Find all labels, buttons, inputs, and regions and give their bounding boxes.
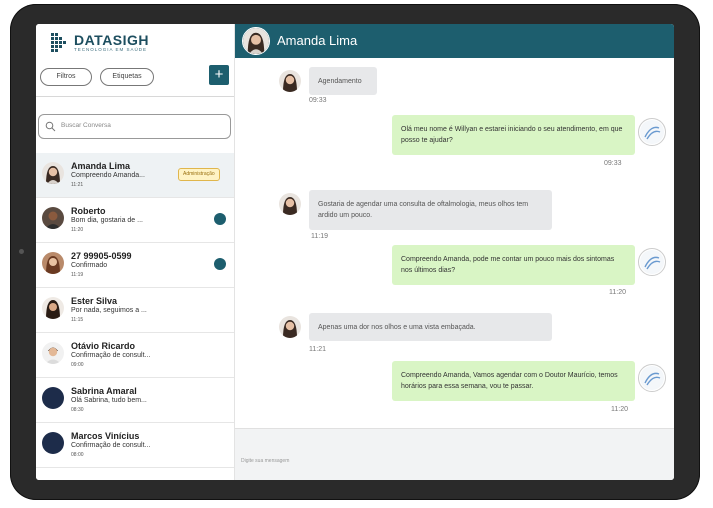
conversation-name: Ester Silva (71, 296, 118, 306)
brand-name: DATASIGH (74, 32, 150, 48)
contact-avatar (279, 70, 301, 92)
conversation-preview: Olá Sabrina, tudo bem... (71, 397, 147, 404)
conversation-time: 08:00 (71, 452, 84, 458)
message-bubble-outgoing: Olá meu nome é Willyan e estarei inician… (392, 115, 635, 155)
avatar (42, 297, 64, 319)
chat-title: Amanda Lima (277, 33, 358, 48)
message-bubble-outgoing: Compreendo Amanda, Vamos agendar com o D… (392, 361, 635, 401)
conversation-preview: Confirmado (71, 262, 108, 269)
conversation-time: 09:00 (71, 362, 84, 368)
conversation-name: Otávio Ricardo (71, 341, 136, 351)
agent-avatar (638, 118, 666, 146)
message-time: 11:21 (309, 346, 326, 353)
avatar (42, 162, 64, 184)
conversation-list: Amanda Lima Compreendo Amanda... 11:21 A… (36, 153, 234, 468)
search-input[interactable]: Buscar Conversa (38, 114, 231, 139)
message-composer[interactable]: Digite sua mensagem (235, 428, 674, 480)
brand-tagline: TECNOLOGIA EM SAÚDE (74, 47, 148, 52)
conversation-preview: Confirmação de consult... (71, 352, 151, 359)
conversation-preview: Bom dia, gostaria de ... (71, 217, 143, 224)
conversation-name: Amanda Lima (71, 161, 131, 171)
contact-avatar (279, 316, 301, 338)
avatar (42, 207, 64, 229)
tags-button[interactable]: Etiquetas (100, 68, 154, 86)
agent-avatar (638, 364, 666, 392)
app-screen: DATASIGH TECNOLOGIA EM SAÚDE Filtros Eti… (36, 24, 674, 480)
conversation-name: Sabrina Amaral (71, 386, 137, 396)
conversation-item-phone[interactable]: 27 99905-0599 Confirmado 11:19 (36, 243, 234, 288)
logo-icon (51, 33, 66, 52)
conversation-time: 08:30 (71, 407, 84, 413)
conversation-name: Roberto (71, 206, 106, 216)
conversation-preview: Por nada, seguimos a ... (71, 307, 147, 314)
unread-indicator (214, 258, 226, 270)
conversation-time: 11:21 (71, 182, 84, 188)
conversation-preview: Confirmação de consult... (71, 442, 151, 449)
message-time: 11:19 (311, 233, 328, 240)
add-conversation-button[interactable]: + (209, 65, 229, 85)
conversation-name: Marcos Vinícius (71, 431, 140, 441)
message-time: 11:20 (611, 406, 628, 413)
camera-dot (19, 249, 24, 254)
message-bubble-outgoing: Compreendo Amanda, pode me contar um pou… (392, 245, 635, 285)
brand-logo: DATASIGH TECNOLOGIA EM SAÚDE (50, 30, 149, 56)
unread-indicator (214, 213, 226, 225)
conversation-item-roberto[interactable]: Roberto Bom dia, gostaria de ... 11:20 (36, 198, 234, 243)
message-time: 09:33 (309, 97, 327, 104)
contact-avatar[interactable] (242, 27, 270, 55)
conversation-item-otavio[interactable]: Otávio Ricardo Confirmação de consult...… (36, 333, 234, 378)
conversation-time: 11:19 (71, 272, 84, 278)
message-bubble-incoming: Agendamento (309, 67, 377, 95)
conversation-item-sabrina[interactable]: Sabrina Amaral Olá Sabrina, tudo bem... … (36, 378, 234, 423)
message-bubble-incoming: Gostaria de agendar uma consulta de ofta… (309, 190, 552, 230)
sidebar: DATASIGH TECNOLOGIA EM SAÚDE Filtros Eti… (36, 24, 235, 480)
avatar (42, 432, 64, 454)
filter-bar: Filtros Etiquetas + (40, 65, 230, 92)
conversation-time: 11:20 (71, 227, 84, 233)
message-bubble-incoming: Apenas uma dor nos olhos e uma vista emb… (309, 313, 552, 341)
filters-button[interactable]: Filtros (40, 68, 92, 86)
message-time: 09:33 (604, 160, 622, 167)
conversation-time: 11:15 (71, 317, 84, 323)
search-icon (45, 121, 56, 132)
department-tag: Administração (178, 168, 220, 181)
search-placeholder: Buscar Conversa (61, 122, 111, 129)
conversation-name: 27 99905-0599 (71, 251, 132, 261)
avatar (42, 387, 64, 409)
message-time: 11:20 (609, 289, 626, 296)
conversation-item-ester[interactable]: Ester Silva Por nada, seguimos a ... 11:… (36, 288, 234, 333)
avatar (42, 342, 64, 364)
conversation-item-amanda[interactable]: Amanda Lima Compreendo Amanda... 11:21 A… (36, 153, 234, 198)
chat-header: Amanda Lima (235, 24, 674, 58)
contact-avatar (279, 193, 301, 215)
conversation-preview: Compreendo Amanda... (71, 172, 145, 179)
conversation-item-marcos[interactable]: Marcos Vinícius Confirmação de consult..… (36, 423, 234, 468)
agent-avatar (638, 248, 666, 276)
avatar (42, 252, 64, 274)
composer-placeholder: Digite sua mensagem (241, 458, 290, 464)
message-thread: Agendamento 09:33 Olá meu nome é Willyan… (235, 58, 674, 428)
divider (36, 96, 234, 97)
